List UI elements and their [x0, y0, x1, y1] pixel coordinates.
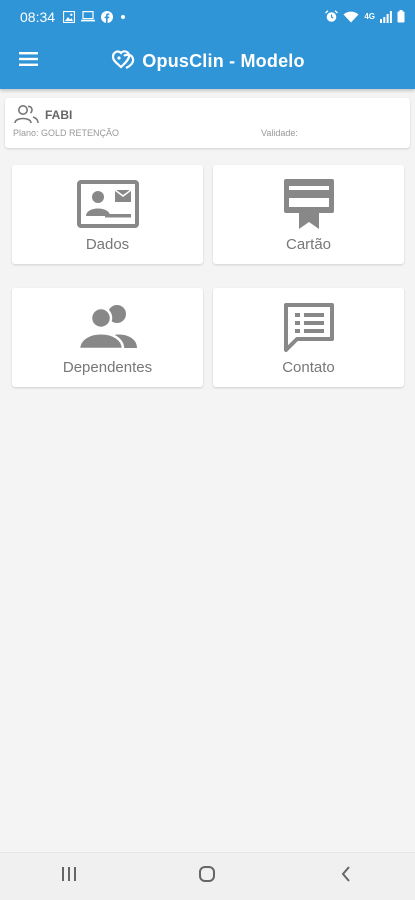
alarm-icon — [325, 10, 339, 23]
tile-dependentes[interactable]: Dependentes — [12, 288, 203, 387]
tile-contato[interactable]: Contato — [213, 288, 404, 387]
laptop-icon — [81, 11, 96, 22]
status-time: 08:34 — [20, 8, 56, 25]
message-icon — [283, 302, 335, 352]
recent-apps-icon — [61, 866, 77, 887]
plan-text: Plano: GOLD RETENÇÃO — [13, 128, 120, 138]
tile-label: Dependentes — [62, 359, 153, 376]
battery-icon — [397, 10, 405, 23]
home-button[interactable] — [167, 853, 247, 900]
opusclin-logo-icon — [110, 48, 136, 75]
tile-dados[interactable]: Dados — [12, 165, 203, 264]
tile-cartao[interactable]: Cartão — [213, 165, 404, 264]
app-title: OpusClin - Modelo — [142, 50, 305, 71]
card-icon — [283, 179, 335, 229]
user-name: FABI — [45, 108, 73, 122]
tile-label: Contato — [282, 359, 335, 376]
user-icon — [14, 104, 40, 129]
wifi-icon — [343, 11, 359, 23]
image-icon — [63, 10, 76, 23]
back-button[interactable] — [306, 853, 386, 900]
validade-text: Validade: — [261, 128, 298, 138]
status-bar: 08:34 4G — [0, 0, 415, 33]
system-nav-bar — [0, 852, 415, 900]
tile-label: Cartão — [285, 236, 332, 253]
recent-apps-button[interactable] — [29, 853, 109, 900]
network-type: 4G — [364, 12, 375, 21]
tile-label: Dados — [85, 236, 130, 253]
signal-icon — [380, 10, 392, 23]
menu-button[interactable] — [0, 33, 58, 89]
user-card: FABI Plano: GOLD RETENÇÃO Validade: — [5, 98, 410, 148]
app-bar: OpusClin - Modelo — [0, 33, 415, 89]
facebook-icon — [101, 10, 114, 23]
back-icon — [340, 865, 352, 888]
home-icon — [198, 865, 216, 888]
id-card-icon — [76, 179, 139, 229]
users-icon — [78, 302, 137, 352]
dot-icon — [119, 13, 127, 21]
hamburger-menu-icon — [19, 51, 39, 72]
